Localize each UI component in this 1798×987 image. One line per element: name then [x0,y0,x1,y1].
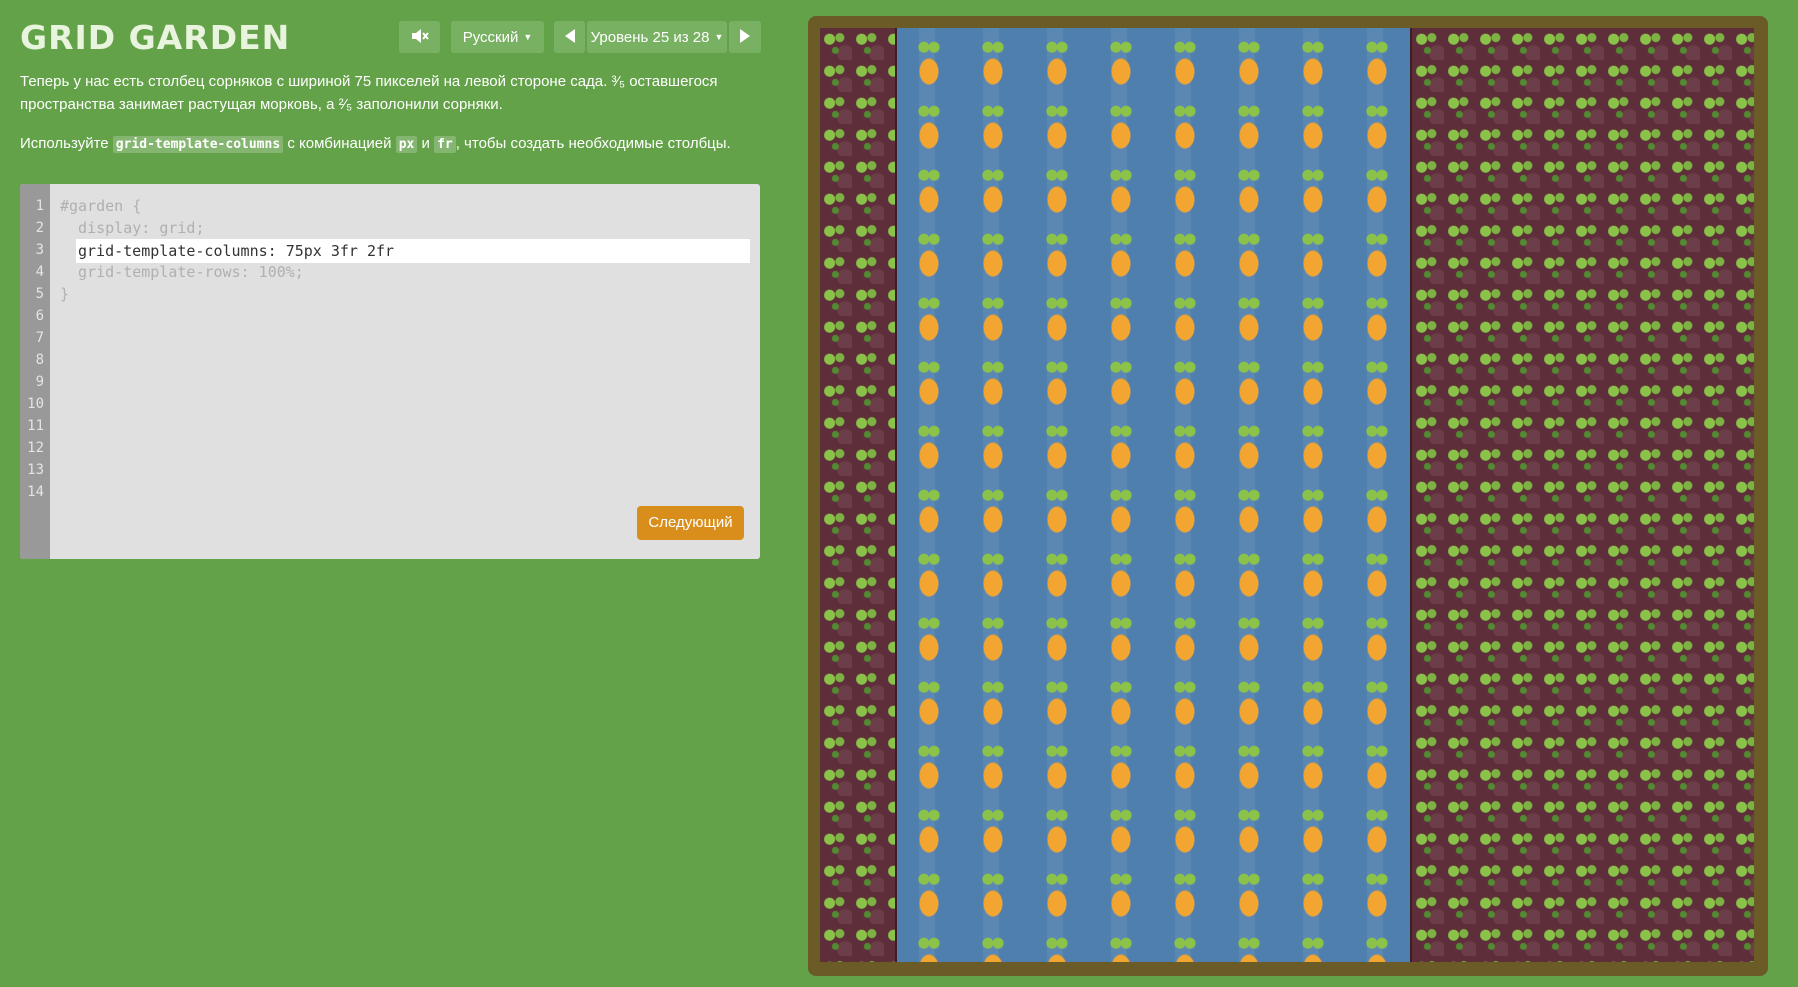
line-number: 2 [35,220,44,236]
page-title: GRID GARDEN [20,18,291,57]
sound-toggle-button[interactable] [399,21,440,53]
level-select[interactable]: Уровень 25 из 28 ▼ [587,21,727,53]
line-number: 8 [35,352,44,368]
previous-level-button[interactable] [554,21,585,53]
level-indicator: Уровень 25 из 28 [590,29,710,46]
line-number: 14 [27,484,44,500]
line-number: 13 [27,462,44,478]
line-number: 9 [35,374,44,390]
code-keyword: px [395,136,418,153]
code-line-1: #garden { [60,197,142,215]
language-select[interactable]: Русский ▼ [451,21,544,53]
css-editor: 1 2 3 4 5 6 7 8 9 10 11 12 13 14 #garden… [20,184,760,559]
triangle-right-icon [740,29,750,43]
line-number-gutter: 1 2 3 4 5 6 7 8 9 10 11 12 13 14 [20,184,50,559]
instructions-paragraph-1: Теперь у нас есть столбец сорняков с шир… [20,73,718,113]
line-number: 3 [35,242,44,258]
instructions: Теперь у нас есть столбец сорняков с шир… [20,70,770,172]
instructions-text: с комбинацией [283,135,396,152]
line-number: 10 [27,396,44,412]
code-keyword: grid-template-columns [112,136,284,153]
garden-grid [820,28,1754,962]
line-number: 5 [35,286,44,302]
code-line-2: display: grid; [60,219,205,237]
language-label: Русский [462,29,519,46]
next-button[interactable]: Следующий [637,506,744,540]
garden-frame [808,16,1768,976]
instructions-text: , чтобы создать необходимые столбцы. [455,135,731,152]
weeds-column-right [1410,28,1754,962]
caret-down-icon: ▼ [714,32,724,42]
line-number: 4 [35,264,44,280]
weeds-column-left [820,28,895,962]
instructions-text: Используйте [20,135,113,152]
instructions-text: и [417,135,435,152]
triangle-left-icon [564,29,575,43]
line-number: 7 [35,330,44,346]
next-level-button[interactable] [729,21,761,53]
app-root: GRID GARDEN Русский ▼ Уровень 25 из 28 ▼ Т… [0,0,1798,987]
line-number: 6 [35,308,44,324]
line-number: 11 [27,418,44,434]
code-line-4: grid-template-rows: 100%; [60,263,304,281]
muted-speaker-icon [411,29,429,43]
css-code-input[interactable] [76,239,750,263]
code-keyword: fr [434,136,456,153]
line-number: 12 [27,440,44,456]
instructions-paragraph-2: Используйте grid-template-columns с комб… [20,132,770,156]
carrots-column [895,28,1411,962]
line-number: 1 [35,198,44,214]
code-line-5: } [60,285,70,303]
caret-down-icon: ▼ [523,32,533,42]
